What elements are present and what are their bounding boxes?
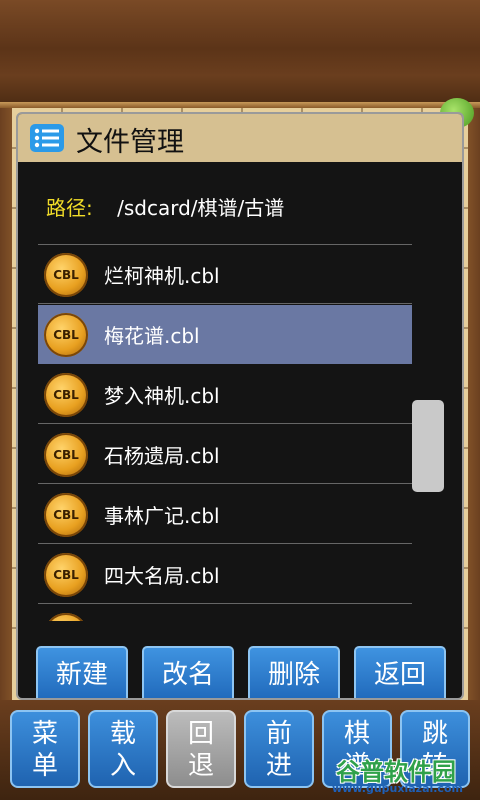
- path-row: 路径: /sdcard/棋谱/古谱: [46, 192, 284, 221]
- forward-button[interactable]: 前 进: [244, 710, 314, 788]
- path-value: /sdcard/棋谱/古谱: [117, 196, 285, 220]
- cbl-file-icon: CBL: [44, 433, 88, 477]
- row-divider: [38, 303, 412, 304]
- rename-button[interactable]: 改名: [142, 646, 234, 698]
- path-label: 路径:: [46, 196, 93, 220]
- dialog-title: 文件管理: [76, 127, 184, 158]
- row-divider: [38, 543, 412, 544]
- row-divider: [38, 423, 412, 424]
- delete-button[interactable]: 删除: [248, 646, 340, 698]
- file-row-selected[interactable]: CBL 梅花谱.cbl: [38, 305, 412, 364]
- wood-frame-top: [0, 0, 480, 108]
- file-row[interactable]: CBL 梦入神机.cbl: [38, 365, 412, 424]
- file-name: 梦入神机.cbl: [104, 384, 220, 408]
- list-menu-icon: [30, 124, 64, 152]
- file-row[interactable]: CBL 石杨遗局.cbl: [38, 425, 412, 484]
- row-divider: [38, 483, 412, 484]
- file-name: 石杨遗局.cbl: [104, 444, 220, 468]
- cbl-file-icon: CBL: [44, 493, 88, 537]
- file-name: 梅花谱.cbl: [104, 324, 200, 348]
- cbl-file-icon: [44, 613, 88, 621]
- dialog-header: 文件管理: [18, 114, 462, 162]
- file-list: CBL 烂柯神机.cbl CBL 梅花谱.cbl CBL 梦入神机.cbl CB…: [38, 245, 412, 621]
- load-button[interactable]: 载 入: [88, 710, 158, 788]
- cbl-file-icon: CBL: [44, 373, 88, 417]
- file-row[interactable]: CBL 四大名局.cbl: [38, 545, 412, 604]
- cbl-file-icon: CBL: [44, 313, 88, 357]
- file-manager-dialog: 文件管理 路径: /sdcard/棋谱/古谱 CBL 烂柯神机.cbl CBL …: [16, 112, 464, 700]
- file-row[interactable]: CBL 烂柯神机.cbl: [38, 245, 412, 304]
- menu-button[interactable]: 菜 单: [10, 710, 80, 788]
- file-row-partial[interactable]: [38, 605, 412, 621]
- back-button[interactable]: 返回: [354, 646, 446, 698]
- file-name: 事林广记.cbl: [104, 504, 220, 528]
- row-divider: [38, 603, 412, 604]
- file-row[interactable]: CBL 事林广记.cbl: [38, 485, 412, 544]
- undo-button[interactable]: 回 退: [166, 710, 236, 788]
- list-scrollbar[interactable]: [412, 400, 444, 492]
- file-name: 烂柯神机.cbl: [104, 264, 220, 288]
- watermark: 谷普软件园 www.gupuxiazai.com: [330, 750, 480, 800]
- cbl-file-icon: CBL: [44, 253, 88, 297]
- cbl-file-icon: CBL: [44, 553, 88, 597]
- watermark-url: www.gupuxiazai.com: [332, 782, 463, 795]
- new-button[interactable]: 新建: [36, 646, 128, 698]
- file-name: 四大名局.cbl: [104, 564, 220, 588]
